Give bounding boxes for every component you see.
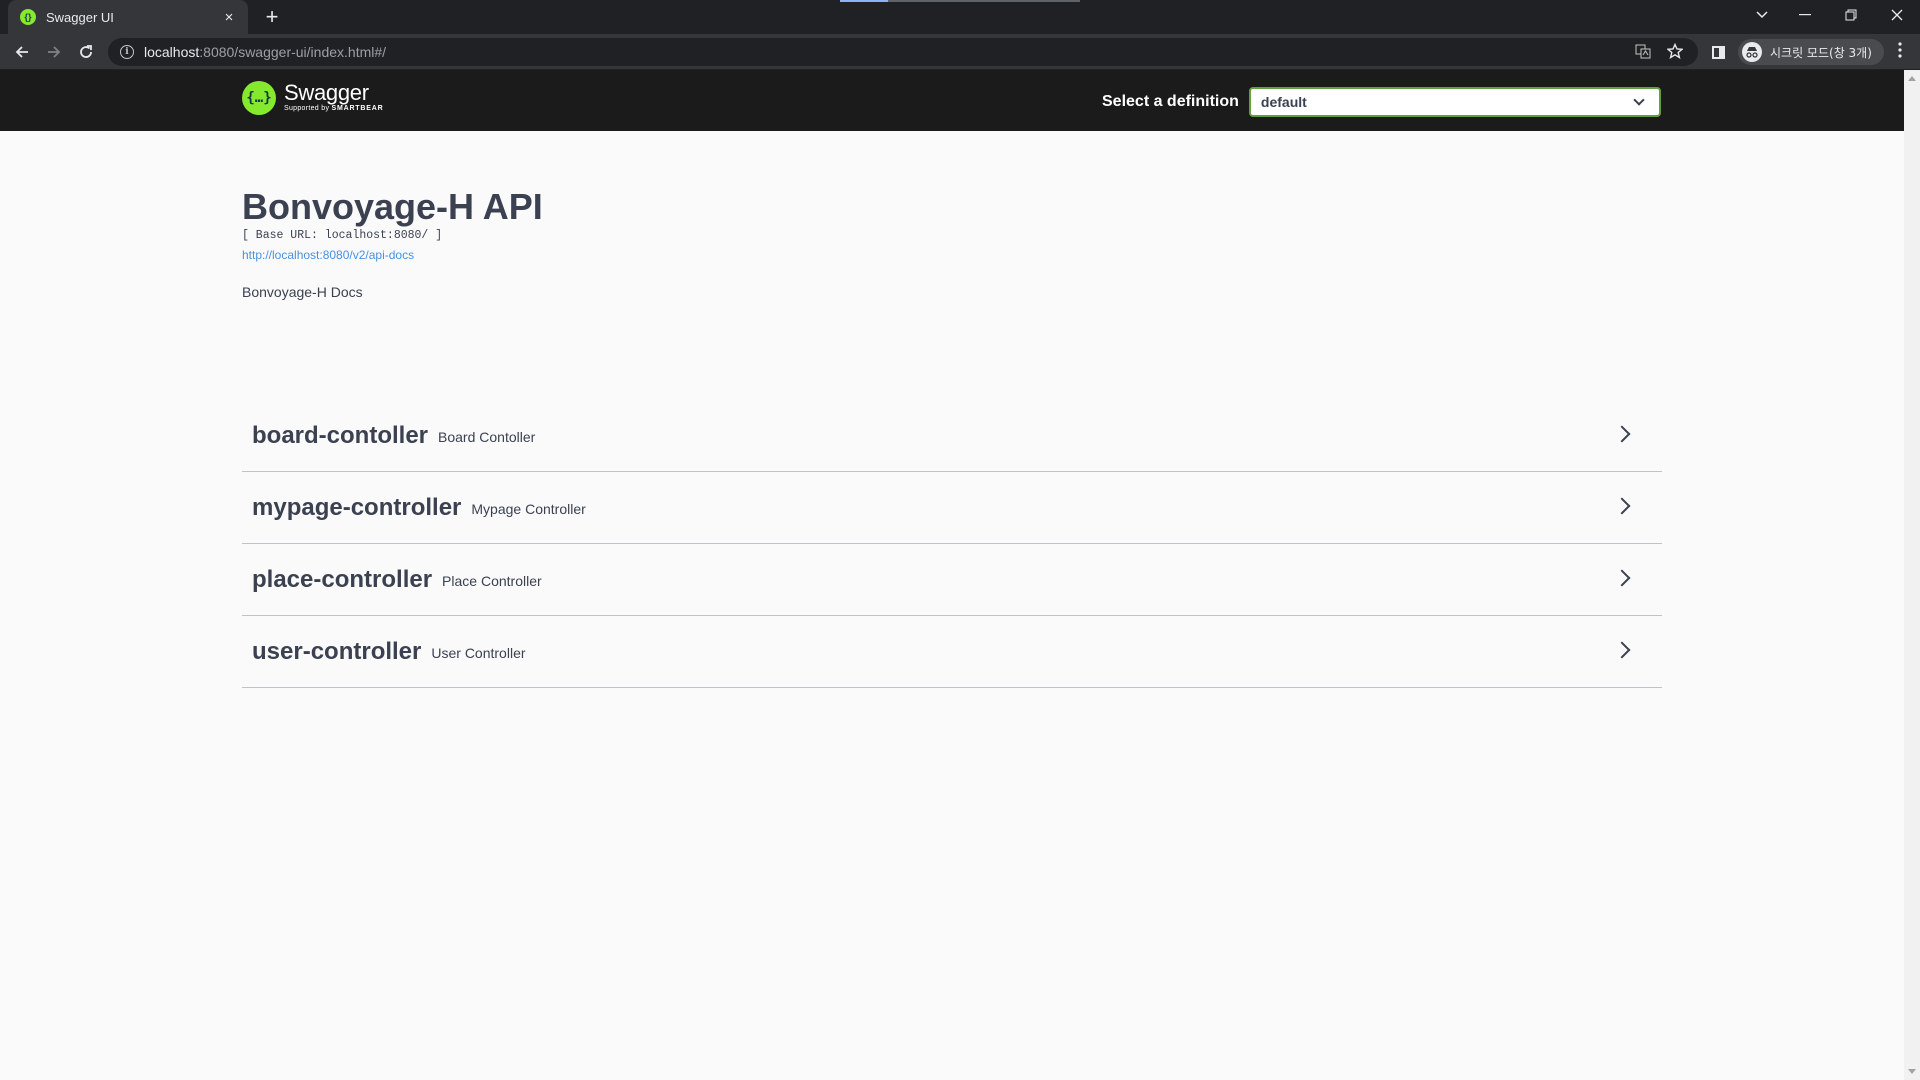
api-description: Bonvoyage-H Docs [242,284,363,300]
forward-icon[interactable] [40,38,68,66]
tag-description: Place Controller [442,572,542,589]
api-title: Bonvoyage-H API [242,186,543,227]
reload-icon[interactable] [72,38,100,66]
url-text[interactable]: localhost:8080/swagger-ui/index.html#/ [144,44,1622,60]
chevron-right-icon[interactable] [1613,497,1631,515]
tab-loading-indicator [840,0,1080,2]
address-bar[interactable]: i localhost:8080/swagger-ui/index.html#/ [108,38,1698,66]
new-tab-button[interactable]: + [258,3,286,31]
tag-description: User Controller [431,644,526,661]
tag-name: place-controller [252,565,433,593]
browser-tab-strip: {} Swagger UI × + [0,0,1920,34]
tab-search-icon[interactable] [1742,0,1782,30]
minimize-icon[interactable] [1782,0,1828,30]
browser-toolbar: i localhost:8080/swagger-ui/index.html#/… [0,34,1920,70]
chevron-right-icon[interactable] [1613,641,1631,659]
translate-icon[interactable] [1632,43,1654,62]
tag-board-contoller[interactable]: board-contoller Board Contoller [242,400,1662,472]
tag-description: Mypage Controller [471,500,586,517]
incognito-icon [1742,42,1762,62]
swagger-logo-icon: {…} [242,81,276,115]
window-controls [1742,0,1920,30]
chevron-right-icon[interactable] [1613,569,1631,587]
chevron-down-icon [1633,94,1645,106]
scroll-up-icon[interactable] [1908,76,1916,81]
tag-name: mypage-controller [252,493,462,521]
tag-list: board-contoller Board Contoller mypage-c… [242,400,1662,688]
tag-mypage-controller[interactable]: mypage-controller Mypage Controller [242,472,1662,544]
tag-name: user-controller [252,637,422,665]
tag-name: board-contoller [252,421,429,449]
browser-tab[interactable]: {} Swagger UI × [8,0,248,34]
swagger-logo[interactable]: {…} Swagger Supported by SMARTBEAR [242,81,383,115]
restore-icon[interactable] [1828,0,1874,30]
tab-title: Swagger UI [46,9,114,25]
menu-icon[interactable] [1888,38,1912,66]
back-icon[interactable] [8,38,36,66]
tag-place-controller[interactable]: place-controller Place Controller [242,544,1662,616]
tab-close-icon[interactable]: × [220,9,238,26]
definition-selector: Select a definition default [1102,87,1661,117]
vertical-scrollbar[interactable] [1904,70,1920,1080]
api-docs-link[interactable]: http://localhost:8080/v2/api-docs [242,247,1662,263]
logo-name: Swagger [284,80,369,105]
swagger-favicon-icon: {} [20,9,36,25]
swagger-topbar: {…} Swagger Supported by SMARTBEAR Selec… [0,70,1904,131]
definition-value: default [1260,94,1307,110]
star-icon[interactable] [1664,42,1686,62]
side-panel-icon[interactable] [1708,42,1728,62]
api-info: Bonvoyage-H API [ Base URL: localhost:80… [242,185,1662,301]
scroll-down-icon[interactable] [1908,1069,1916,1074]
page-viewport: {…} Swagger Supported by SMARTBEAR Selec… [0,70,1904,1080]
chevron-right-icon[interactable] [1613,425,1631,443]
tag-user-controller[interactable]: user-controller User Controller [242,616,1662,688]
definition-dropdown[interactable]: default [1248,87,1661,117]
tag-description: Board Contoller [438,428,536,445]
definition-label: Select a definition [1102,93,1239,110]
site-info-icon[interactable]: i [120,45,134,59]
base-url: [ Base URL: localhost:8080/ ] [242,229,443,242]
logo-subtitle: Supported by SMARTBEAR [284,105,384,112]
incognito-indicator[interactable]: 시크릿 모드(창 3개) [1738,39,1884,65]
close-window-icon[interactable] [1874,0,1920,30]
